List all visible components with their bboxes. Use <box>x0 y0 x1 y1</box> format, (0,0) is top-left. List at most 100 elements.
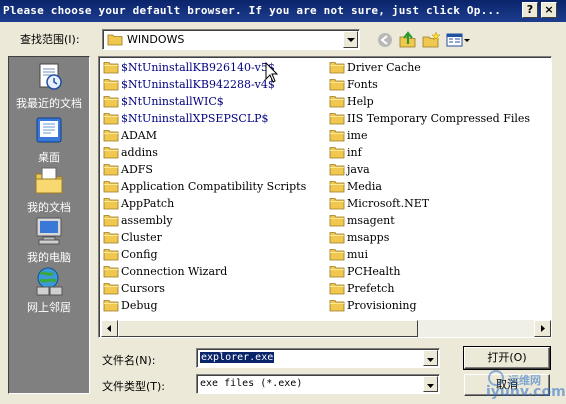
folder-name: $NtUninstallWIC$ <box>121 95 224 108</box>
folder-icon <box>103 95 119 108</box>
folder-icon <box>103 78 119 91</box>
scroll-thumb[interactable] <box>118 320 418 337</box>
open-button[interactable]: 打开(O) <box>463 346 551 370</box>
folder-icon <box>103 214 119 227</box>
folder-name: Provisioning <box>347 299 417 312</box>
folder-name: ime <box>347 129 368 142</box>
lookin-combo[interactable]: WINDOWS <box>102 29 360 50</box>
place-recent-documents[interactable]: 我最近的文档 <box>9 61 89 111</box>
folder-icon <box>103 61 119 74</box>
watermark-url: iyunv.com <box>486 384 566 400</box>
filetype-label: 文件类型(T): <box>102 380 166 393</box>
folder-name: ADFS <box>121 163 153 176</box>
place-label: 网上邻居 <box>27 301 71 314</box>
arrow-left-icon <box>107 325 111 332</box>
folder-icon <box>103 129 119 142</box>
folder-icon <box>103 146 119 159</box>
folder-icon <box>103 112 119 125</box>
close-button[interactable]: × <box>541 2 557 18</box>
horizontal-scrollbar[interactable] <box>101 320 551 337</box>
file-list[interactable]: $NtUninstallKB926140-v5$ $NtUninstallKB94… <box>98 56 552 338</box>
folder-icon <box>329 163 345 176</box>
folder-icon <box>329 61 345 74</box>
folder-icon <box>329 282 345 295</box>
help-button[interactable]: ? <box>522 2 538 18</box>
folder-name: Fonts <box>347 78 378 91</box>
my-documents-icon <box>35 167 63 194</box>
new-folder-icon[interactable] <box>421 31 441 49</box>
folder-icon <box>329 214 345 227</box>
place-network[interactable]: 网上邻居 <box>9 265 89 315</box>
folder-icon <box>329 197 345 210</box>
place-label: 我的文档 <box>27 201 71 214</box>
folder-icon <box>103 163 119 176</box>
filename-dropdown[interactable] <box>423 350 438 366</box>
folder-name: PCHealth <box>347 265 401 278</box>
place-my-documents[interactable]: 我的文档 <box>9 165 89 215</box>
folder-name: msagent <box>347 214 395 227</box>
filename-value: explorer.exe <box>200 352 275 363</box>
folder-name: msapps <box>347 231 390 244</box>
folder-icon <box>329 95 345 108</box>
folder-icon <box>103 180 119 193</box>
places-bar: 我最近的文档 桌面 我的文档 我的电脑 网上邻居 <box>8 56 90 394</box>
folder-name: Driver Cache <box>347 61 421 74</box>
filetype-dropdown[interactable] <box>423 376 438 392</box>
desktop-icon <box>36 117 62 143</box>
filetype-select[interactable]: exe files (*.exe) <box>196 374 440 394</box>
folder-name: Prefetch <box>347 282 395 295</box>
folder-name: Cluster <box>121 231 162 244</box>
view-menu-icon[interactable] <box>445 31 471 49</box>
folder-icon <box>103 231 119 244</box>
folder-name: Config <box>121 248 158 261</box>
folder-name: Application Compatibility Scripts <box>121 180 307 193</box>
watermark-logo: 运维网 iyunv.com <box>486 370 566 402</box>
title-bar[interactable]: Please choose your default browser. If y… <box>0 0 566 22</box>
filename-input[interactable]: explorer.exe <box>196 348 440 368</box>
chevron-down-icon <box>427 358 434 362</box>
folder-name: $NtUninstallXPSEPSCLP$ <box>121 112 269 125</box>
folder-icon <box>329 299 345 312</box>
my-computer-icon <box>36 217 62 245</box>
folder-icon <box>329 129 345 142</box>
folder-name: Connection Wizard <box>121 265 228 278</box>
folder-name: assembly <box>121 214 173 227</box>
back-icon[interactable] <box>376 31 396 49</box>
folder-icon <box>103 265 119 278</box>
chevron-down-icon <box>427 384 434 388</box>
scroll-right-button[interactable] <box>534 320 551 337</box>
scroll-left-button[interactable] <box>101 320 118 337</box>
filename-label: 文件名(N): <box>102 354 156 367</box>
folder-icon <box>329 265 345 278</box>
recent-documents-icon <box>39 63 62 90</box>
folder-name: Help <box>347 95 374 108</box>
filetype-value: exe files (*.exe) <box>200 378 303 389</box>
folder-icon <box>107 34 123 46</box>
folder-icon <box>103 197 119 210</box>
folder-name: inf <box>347 146 362 159</box>
arrow-right-icon <box>541 325 545 332</box>
place-my-computer[interactable]: 我的电脑 <box>9 215 89 265</box>
place-desktop[interactable]: 桌面 <box>9 115 89 165</box>
folder-name: AppPatch <box>121 197 175 210</box>
lookin-label: 查找范围(I): <box>20 33 80 46</box>
folder-icon <box>103 299 119 312</box>
up-folder-icon[interactable] <box>398 31 418 49</box>
lookin-value: WINDOWS <box>127 33 185 46</box>
folder-icon <box>329 146 345 159</box>
folder-icon <box>329 180 345 193</box>
folder-name: Media <box>347 180 382 193</box>
place-label: 我最近的文档 <box>16 97 82 110</box>
mouse-cursor-icon <box>265 62 279 83</box>
folder-name: Cursors <box>121 282 165 295</box>
folder-name: Debug <box>121 299 158 312</box>
place-label: 我的电脑 <box>27 251 71 264</box>
chevron-down-icon[interactable] <box>343 31 358 48</box>
folder-icon <box>329 248 345 261</box>
place-label: 桌面 <box>38 151 60 164</box>
window-title: Please choose your default browser. If y… <box>3 4 502 17</box>
folder-name: addins <box>121 146 158 159</box>
folder-name: Microsoft.NET <box>347 197 430 210</box>
folder-icon <box>329 231 345 244</box>
folder-icon <box>329 78 345 91</box>
